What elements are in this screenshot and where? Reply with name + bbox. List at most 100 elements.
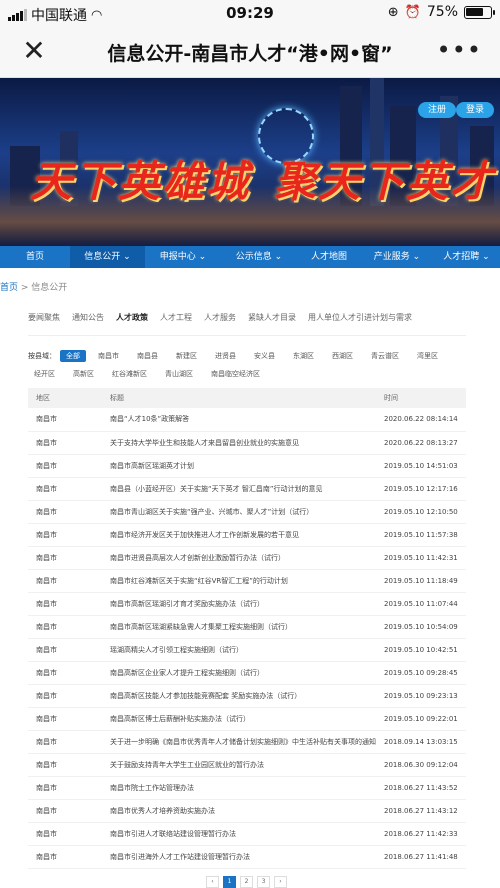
cell-time: 2019.05.10 11:57:38 xyxy=(376,523,466,547)
cell-title[interactable]: 南昌市引进海外人才工作站建设管理暂行办法 xyxy=(102,845,376,869)
cell-time: 2019.05.10 12:17:16 xyxy=(376,477,466,501)
cell-title[interactable]: 南昌市高新区瑶湖引才育才奖励实施办法（试行） xyxy=(102,592,376,616)
menu-item[interactable]: 首页 xyxy=(0,246,70,268)
cell-title[interactable]: 南昌市优秀人才培养资助实施办法 xyxy=(102,799,376,823)
cell-title[interactable]: 南昌“人才10条”政策解答 xyxy=(102,408,376,432)
region-option[interactable]: 湾里区 xyxy=(411,350,444,362)
table-row[interactable]: 南昌市 南昌市高新区瑶湖紧缺急需人才集聚工程实施细则（试行） 2019.05.10 … xyxy=(28,615,466,639)
region-option[interactable]: 红谷滩新区 xyxy=(106,368,153,380)
table-row[interactable]: 南昌市 南昌市高新区瑶湖英才计划 2019.05.10 14:51:03 xyxy=(28,454,466,478)
region-option[interactable]: 经开区 xyxy=(28,368,61,380)
cell-title[interactable]: 南昌市红谷滩新区关于实施“红谷VR智汇工程”的行动计划 xyxy=(102,569,376,593)
cell-title[interactable]: 南昌市高新区瑶湖英才计划 xyxy=(102,454,376,478)
cell-title[interactable]: 南昌市高新区瑶湖紧缺急需人才集聚工程实施细则（试行） xyxy=(102,615,376,639)
battery-percent: 75% xyxy=(426,4,458,20)
cell-title[interactable]: 南昌市青山湖区关于实施“强产业、兴城市、聚人才”计划（试行） xyxy=(102,500,376,524)
region-option[interactable]: 青山湖区 xyxy=(159,368,199,380)
register-button[interactable]: 注册 xyxy=(418,102,457,118)
breadcrumb: 首页 > 信息公开 xyxy=(0,280,67,293)
region-option[interactable]: 南昌临空经济区 xyxy=(205,368,266,380)
page-number-button[interactable]: 1 xyxy=(223,876,236,888)
region-option[interactable]: 南昌市 xyxy=(92,350,125,362)
table-row[interactable]: 南昌市 南昌县（小蓝经开区）关于实施“天下英才 智汇昌南”行动计划的意见 2019.… xyxy=(28,477,466,501)
table-row[interactable]: 南昌市 瑶湖高精尖人才引领工程实施细则（试行） 2019.05.10 10:42:5… xyxy=(28,638,466,662)
cell-time: 2018.06.27 11:43:12 xyxy=(376,799,466,823)
table-row[interactable]: 南昌市 关于鼓励支持青年大学生工业园区就业的暂行办法 2018.06.30 09:1… xyxy=(28,753,466,777)
table-row[interactable]: 南昌市 南昌市经济开发区关于加快推进人才工作创新发展的若干意见 2019.05.10… xyxy=(28,523,466,547)
region-option[interactable]: 全部 xyxy=(60,350,86,362)
region-option[interactable]: 青云谱区 xyxy=(365,350,405,362)
tab-item[interactable]: 要闻聚焦 xyxy=(28,300,60,335)
tab-item[interactable]: 用人单位人才引进计划与需求 xyxy=(308,300,412,335)
tab-item[interactable]: 人才服务 xyxy=(204,300,236,335)
table-row[interactable]: 南昌市 南昌高新区博士后薪酬补贴实施办法（试行） 2019.05.10 09:22:… xyxy=(28,707,466,731)
menu-item[interactable]: 申报中心 ⌄ xyxy=(145,246,221,268)
cell-time: 2019.05.10 09:22:01 xyxy=(376,707,466,731)
table-row[interactable]: 南昌市 关于进一步明确《南昌市优秀青年人才储备计划实施细则》中生活补贴有关事项的通… xyxy=(28,730,466,754)
table-row[interactable]: 南昌市 南昌市进贤县高层次人才创新创业激励暂行办法（试行） 2019.05.10 1… xyxy=(28,546,466,570)
column-header-region: 地区 xyxy=(28,388,102,408)
slogan-left: 天下英雄城 xyxy=(30,157,251,206)
column-header-title: 标题 xyxy=(102,388,376,408)
menu-item[interactable]: 产业服务 ⌄ xyxy=(361,246,433,268)
cell-time: 2019.05.10 14:51:03 xyxy=(376,454,466,478)
main-menu: 首页 信息公开 ⌄ 申报中心 ⌄ 公示信息 ⌄ 人才地图 产业服务 ⌄ 人才招聘 ⌄ xyxy=(0,246,500,268)
tab-item[interactable]: 人才政策 xyxy=(116,300,148,335)
login-button[interactable]: 登录 xyxy=(456,102,495,118)
table-row[interactable]: 南昌市 南昌高新区技能人才参加技能竞赛配套 奖励实施办法（试行） 2019.05.1… xyxy=(28,684,466,708)
next-page-button[interactable]: › xyxy=(274,876,287,888)
region-option[interactable]: 进贤县 xyxy=(209,350,242,362)
table-row[interactable]: 南昌市 南昌市红谷滩新区关于实施“红谷VR智汇工程”的行动计划 2019.05.10… xyxy=(28,569,466,593)
cell-title[interactable]: 南昌高新区博士后薪酬补贴实施办法（试行） xyxy=(102,707,376,731)
menu-item[interactable]: 人才招聘 ⌄ xyxy=(433,246,500,268)
cell-title[interactable]: 关于进一步明确《南昌市优秀青年人才储备计划实施细则》中生活补贴有关事项的通知 xyxy=(102,730,376,754)
page-number-button[interactable]: 3 xyxy=(257,876,270,888)
cell-title[interactable]: 南昌县（小蓝经开区）关于实施“天下英才 智汇昌南”行动计划的意见 xyxy=(102,477,376,501)
table-row[interactable]: 南昌市 南昌市引进海外人才工作站建设管理暂行办法 2018.06.27 11:41:… xyxy=(28,845,466,869)
menu-item[interactable]: 公示信息 ⌄ xyxy=(221,246,297,268)
region-option[interactable]: 高新区 xyxy=(67,368,100,380)
table-row[interactable]: 南昌市 南昌市优秀人才培养资助实施办法 2018.06.27 11:43:12 xyxy=(28,799,466,823)
table-row[interactable]: 南昌市 南昌高新区企业家人才提升工程实施细则（试行） 2019.05.10 09:2… xyxy=(28,661,466,685)
table-row[interactable]: 南昌市 南昌市引进人才联络站建设管理暂行办法 2018.06.27 11:42:33 xyxy=(28,822,466,846)
cell-title[interactable]: 南昌市引进人才联络站建设管理暂行办法 xyxy=(102,822,376,846)
cell-title[interactable]: 瑶湖高精尖人才引领工程实施细则（试行） xyxy=(102,638,376,662)
cell-region: 南昌市 xyxy=(28,454,102,478)
cell-region: 南昌市 xyxy=(28,776,102,800)
cell-title[interactable]: 南昌市经济开发区关于加快推进人才工作创新发展的若干意见 xyxy=(102,523,376,547)
region-option[interactable]: 新建区 xyxy=(170,350,203,362)
table-row[interactable]: 南昌市 南昌“人才10条”政策解答 2020.06.22 08:14:14 xyxy=(28,408,466,432)
breadcrumb-home[interactable]: 首页 xyxy=(0,283,18,293)
tab-item[interactable]: 紧缺人才目录 xyxy=(248,300,296,335)
region-option[interactable]: 东湖区 xyxy=(287,350,320,362)
table-row[interactable]: 南昌市 南昌市院士工作站管理办法 2018.06.27 11:43:52 xyxy=(28,776,466,800)
table-row[interactable]: 南昌市 关于支持大学毕业生和技能人才来昌留昌创业就业的实施意见 2020.06.22… xyxy=(28,431,466,455)
more-icon[interactable]: ••• xyxy=(437,36,482,64)
slogan-right: 聚天下英才 xyxy=(274,157,495,206)
region-option[interactable]: 南昌县 xyxy=(131,350,164,362)
region-option[interactable]: 安义县 xyxy=(248,350,281,362)
menu-item[interactable]: 人才地图 xyxy=(297,246,361,268)
tab-item[interactable]: 人才工程 xyxy=(160,300,192,335)
page-number-button[interactable]: 2 xyxy=(240,876,253,888)
cell-title[interactable]: 南昌高新区技能人才参加技能竞赛配套 奖励实施办法（试行） xyxy=(102,684,376,708)
cell-title[interactable]: 南昌市进贤县高层次人才创新创业激励暂行办法（试行） xyxy=(102,546,376,570)
cell-title[interactable]: 南昌市院士工作站管理办法 xyxy=(102,776,376,800)
table-row[interactable]: 南昌市 南昌市青山湖区关于实施“强产业、兴城市、聚人才”计划（试行） 2019.05… xyxy=(28,500,466,524)
cell-time: 2019.05.10 10:54:09 xyxy=(376,615,466,639)
region-filter: 按县域： 全部 南昌市 南昌县 新建区 进贤县 安义县 东湖区 西湖区 青云谱区 湾里区 经开区 高新… xyxy=(28,350,466,380)
cell-title[interactable]: 南昌高新区企业家人才提升工程实施细则（试行） xyxy=(102,661,376,685)
table-row[interactable]: 南昌市 南昌市高新区瑶湖引才育才奖励实施办法（试行） 2019.05.10 11:0… xyxy=(28,592,466,616)
content-panel: 要闻聚焦 通知公告 人才政策 人才工程 人才服务 紧缺人才目录 用人单位人才引进计划与需求 … xyxy=(28,300,466,869)
region-option[interactable]: 西湖区 xyxy=(326,350,359,362)
column-header-time: 时间 xyxy=(376,388,466,408)
cell-region: 南昌市 xyxy=(28,523,102,547)
cell-region: 南昌市 xyxy=(28,431,102,455)
prev-page-button[interactable]: ‹ xyxy=(206,876,219,888)
cell-title[interactable]: 关于支持大学毕业生和技能人才来昌留昌创业就业的实施意见 xyxy=(102,431,376,455)
table-header-row: 地区 标题 时间 xyxy=(28,388,466,408)
cell-title[interactable]: 关于鼓励支持青年大学生工业园区就业的暂行办法 xyxy=(102,753,376,777)
tab-item[interactable]: 通知公告 xyxy=(72,300,104,335)
close-icon[interactable]: ✕ xyxy=(18,36,50,68)
menu-item[interactable]: 信息公开 ⌄ xyxy=(70,246,145,268)
